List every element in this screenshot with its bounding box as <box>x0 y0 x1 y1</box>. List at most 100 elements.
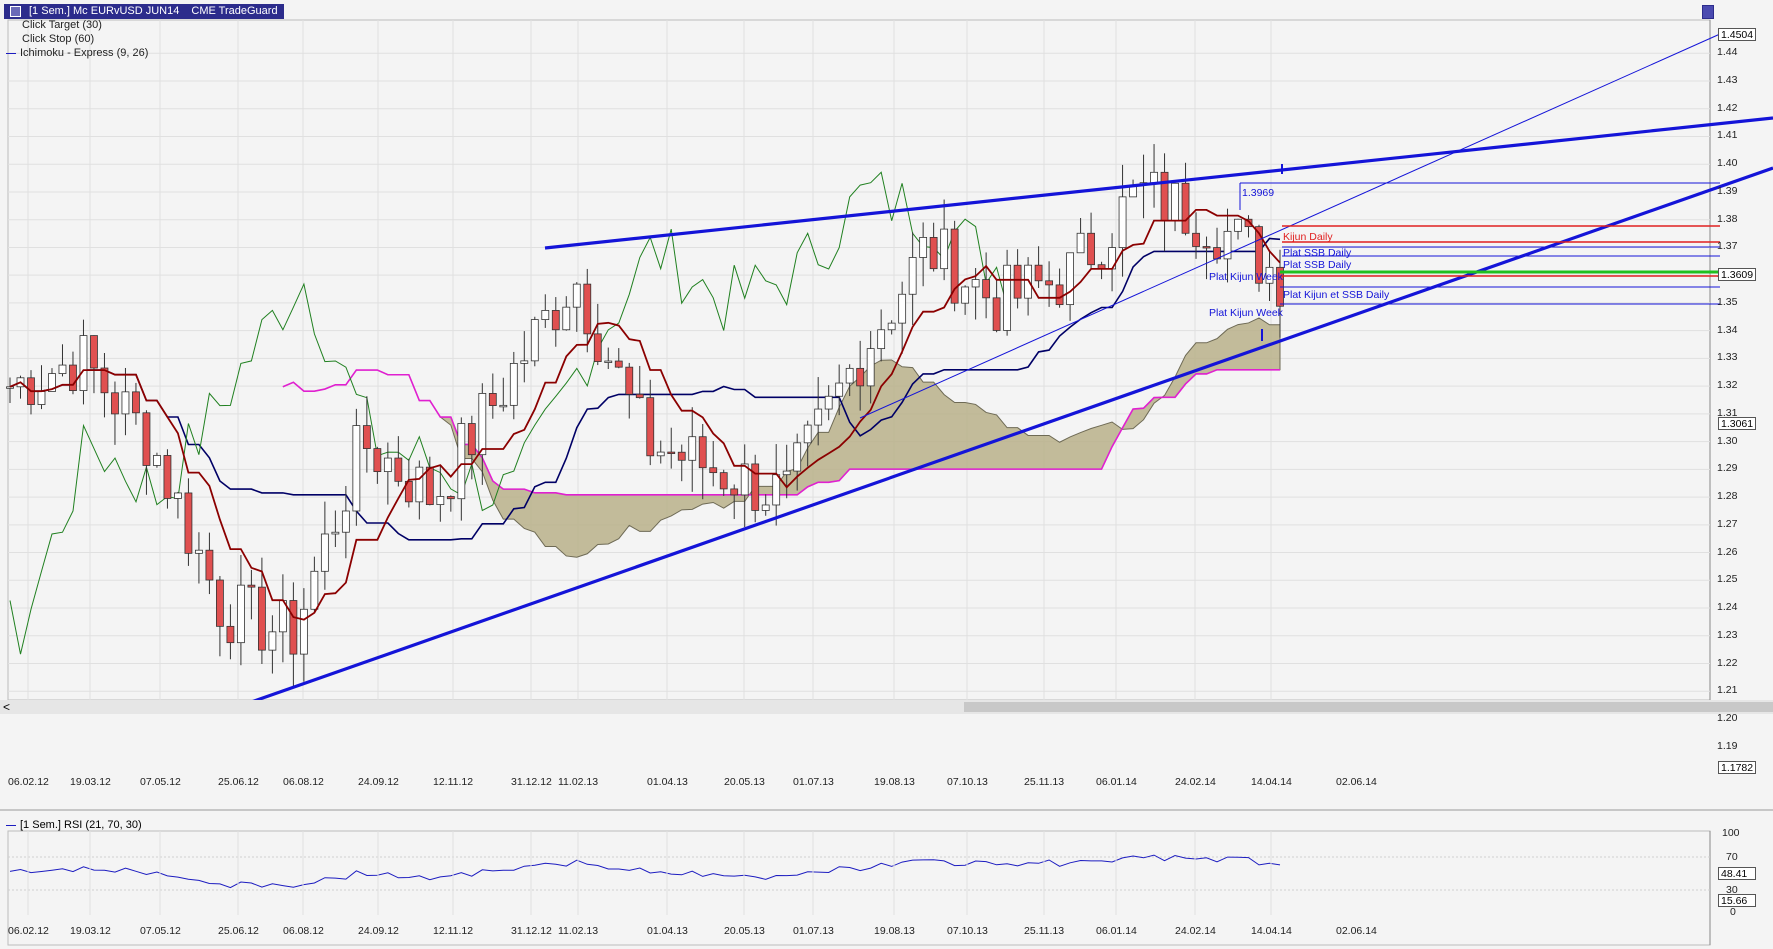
scrollbar-thumb[interactable] <box>964 702 1773 712</box>
candle-body <box>478 393 487 456</box>
candle-body <box>310 570 319 610</box>
x-tick-label: 19.08.13 <box>874 925 915 937</box>
candle-body <box>205 549 214 581</box>
legend-ichimoku[interactable]: Ichimoku - Express (9, 26) <box>6 47 148 59</box>
candle-body <box>719 472 728 490</box>
candle-body <box>352 425 361 512</box>
x-tick-label: 01.04.13 <box>647 925 688 937</box>
candle-body <box>121 391 130 415</box>
vertical-gridlines <box>27 20 1272 700</box>
candle-body <box>782 470 791 476</box>
plat-kijun-week-label-1: Plat Kijun Week <box>1209 271 1283 283</box>
candle-body <box>509 363 518 406</box>
price-tick: 1.35 <box>1717 295 1738 308</box>
candle-body <box>6 386 14 389</box>
legend-click-stop[interactable]: Click Stop (60) <box>22 33 94 45</box>
candle-body <box>1192 232 1200 247</box>
x-tick-label: 06.02.12 <box>8 925 49 937</box>
candle-body <box>814 408 823 426</box>
rsi-tick-70: 70 <box>1726 851 1738 863</box>
price-tick: 1.25 <box>1717 573 1738 586</box>
candle-body <box>803 424 812 444</box>
candle-body <box>331 531 340 535</box>
price-tick: 1.42 <box>1717 101 1738 114</box>
candle-body <box>142 412 151 466</box>
x-tick-label: 06.08.12 <box>283 776 324 788</box>
candle-body <box>499 404 508 408</box>
x-tick-label: 19.03.12 <box>70 925 111 937</box>
candle-body <box>132 391 140 414</box>
price-tick: 1.39 <box>1717 184 1738 197</box>
candle-body <box>1118 196 1127 248</box>
x-tick-label: 11.02.13 <box>558 925 599 937</box>
price-tick: 1.28 <box>1717 490 1738 503</box>
candle-body <box>184 492 193 554</box>
candle-body <box>656 451 665 457</box>
candle-body <box>341 510 350 533</box>
rsi-legend[interactable]: [1 Sem.] RSI (21, 70, 30) <box>6 819 142 831</box>
candle-body <box>604 360 613 363</box>
plat-ssb-daily-label-1: Plat SSB Daily <box>1283 247 1352 259</box>
window-menu-icon[interactable] <box>10 5 21 17</box>
candle-body <box>898 293 907 324</box>
price-tick: 1.41 <box>1717 129 1738 142</box>
candle-body <box>247 584 256 588</box>
x-tick-label: 31.12.12 <box>511 925 552 937</box>
candle-body <box>1013 264 1022 299</box>
price-tag-low: 1.1782 <box>1718 761 1756 774</box>
candle-body <box>457 423 466 500</box>
candle-body <box>1003 264 1012 331</box>
candle-body <box>69 364 77 391</box>
candle-body <box>845 367 854 384</box>
x-tick-label: 01.07.13 <box>793 925 834 937</box>
x-tick-label: 07.10.13 <box>947 925 988 937</box>
chart-title[interactable]: [1 Sem.] Mc EURvUSD JUN14 CME TradeGuard <box>4 3 284 19</box>
price-tick: 1.40 <box>1717 157 1738 170</box>
chart-title-bar: [1 Sem.] Mc EURvUSD JUN14 CME TradeGuard <box>4 3 284 19</box>
price-tick: 1.29 <box>1717 462 1738 475</box>
candle-body <box>174 492 182 499</box>
chart-title-main: [1 Sem.] Mc EURvUSD JUN14 <box>29 4 180 17</box>
x-tick-label: 25.11.13 <box>1024 776 1065 788</box>
candle-body <box>982 279 991 299</box>
chart-settings-icon[interactable] <box>1702 5 1714 19</box>
x-tick-label: 31.12.12 <box>511 776 552 788</box>
candle-body <box>1150 171 1158 184</box>
candle-body <box>163 455 172 499</box>
price-tick: 1.43 <box>1717 74 1738 87</box>
price-chart[interactable] <box>0 0 1773 949</box>
scroll-left-icon[interactable]: < <box>3 700 10 714</box>
candle-body <box>929 237 938 270</box>
candle-body <box>688 436 697 461</box>
x-tick-label: 07.05.12 <box>140 925 181 937</box>
candle-body <box>614 360 623 368</box>
candle-body <box>593 333 602 362</box>
ichimoku-cloud <box>282 317 1281 558</box>
x-tick-label: 19.08.13 <box>874 776 915 788</box>
price-tick: 1.33 <box>1717 351 1738 364</box>
candle-body <box>562 306 571 331</box>
legend-click-target[interactable]: Click Target (30) <box>22 19 102 31</box>
candle-body <box>320 533 329 572</box>
rsi-tag-low: 15.66 <box>1718 894 1756 907</box>
candle-body <box>299 608 308 655</box>
price-tick: 1.32 <box>1717 379 1738 392</box>
candle-body <box>583 283 592 335</box>
candle-body <box>793 442 802 472</box>
candle-body <box>625 366 634 395</box>
candle-body <box>362 425 371 449</box>
x-tick-label: 14.04.14 <box>1251 776 1292 788</box>
candle-body <box>866 348 875 387</box>
x-tick-label: 20.05.13 <box>724 925 765 937</box>
candle-body <box>394 457 403 482</box>
plat-ssb-daily-label-2: Plat SSB Daily <box>1283 259 1352 271</box>
candlesticks <box>6 144 1284 688</box>
x-tick-label: 07.05.12 <box>140 776 181 788</box>
candle-body <box>425 466 434 506</box>
candle-body <box>940 228 949 270</box>
candle-body <box>216 579 224 627</box>
candle-body <box>90 335 98 369</box>
candle-body <box>1160 171 1169 222</box>
x-tick-label: 01.04.13 <box>647 776 688 788</box>
candle-body <box>877 329 886 350</box>
